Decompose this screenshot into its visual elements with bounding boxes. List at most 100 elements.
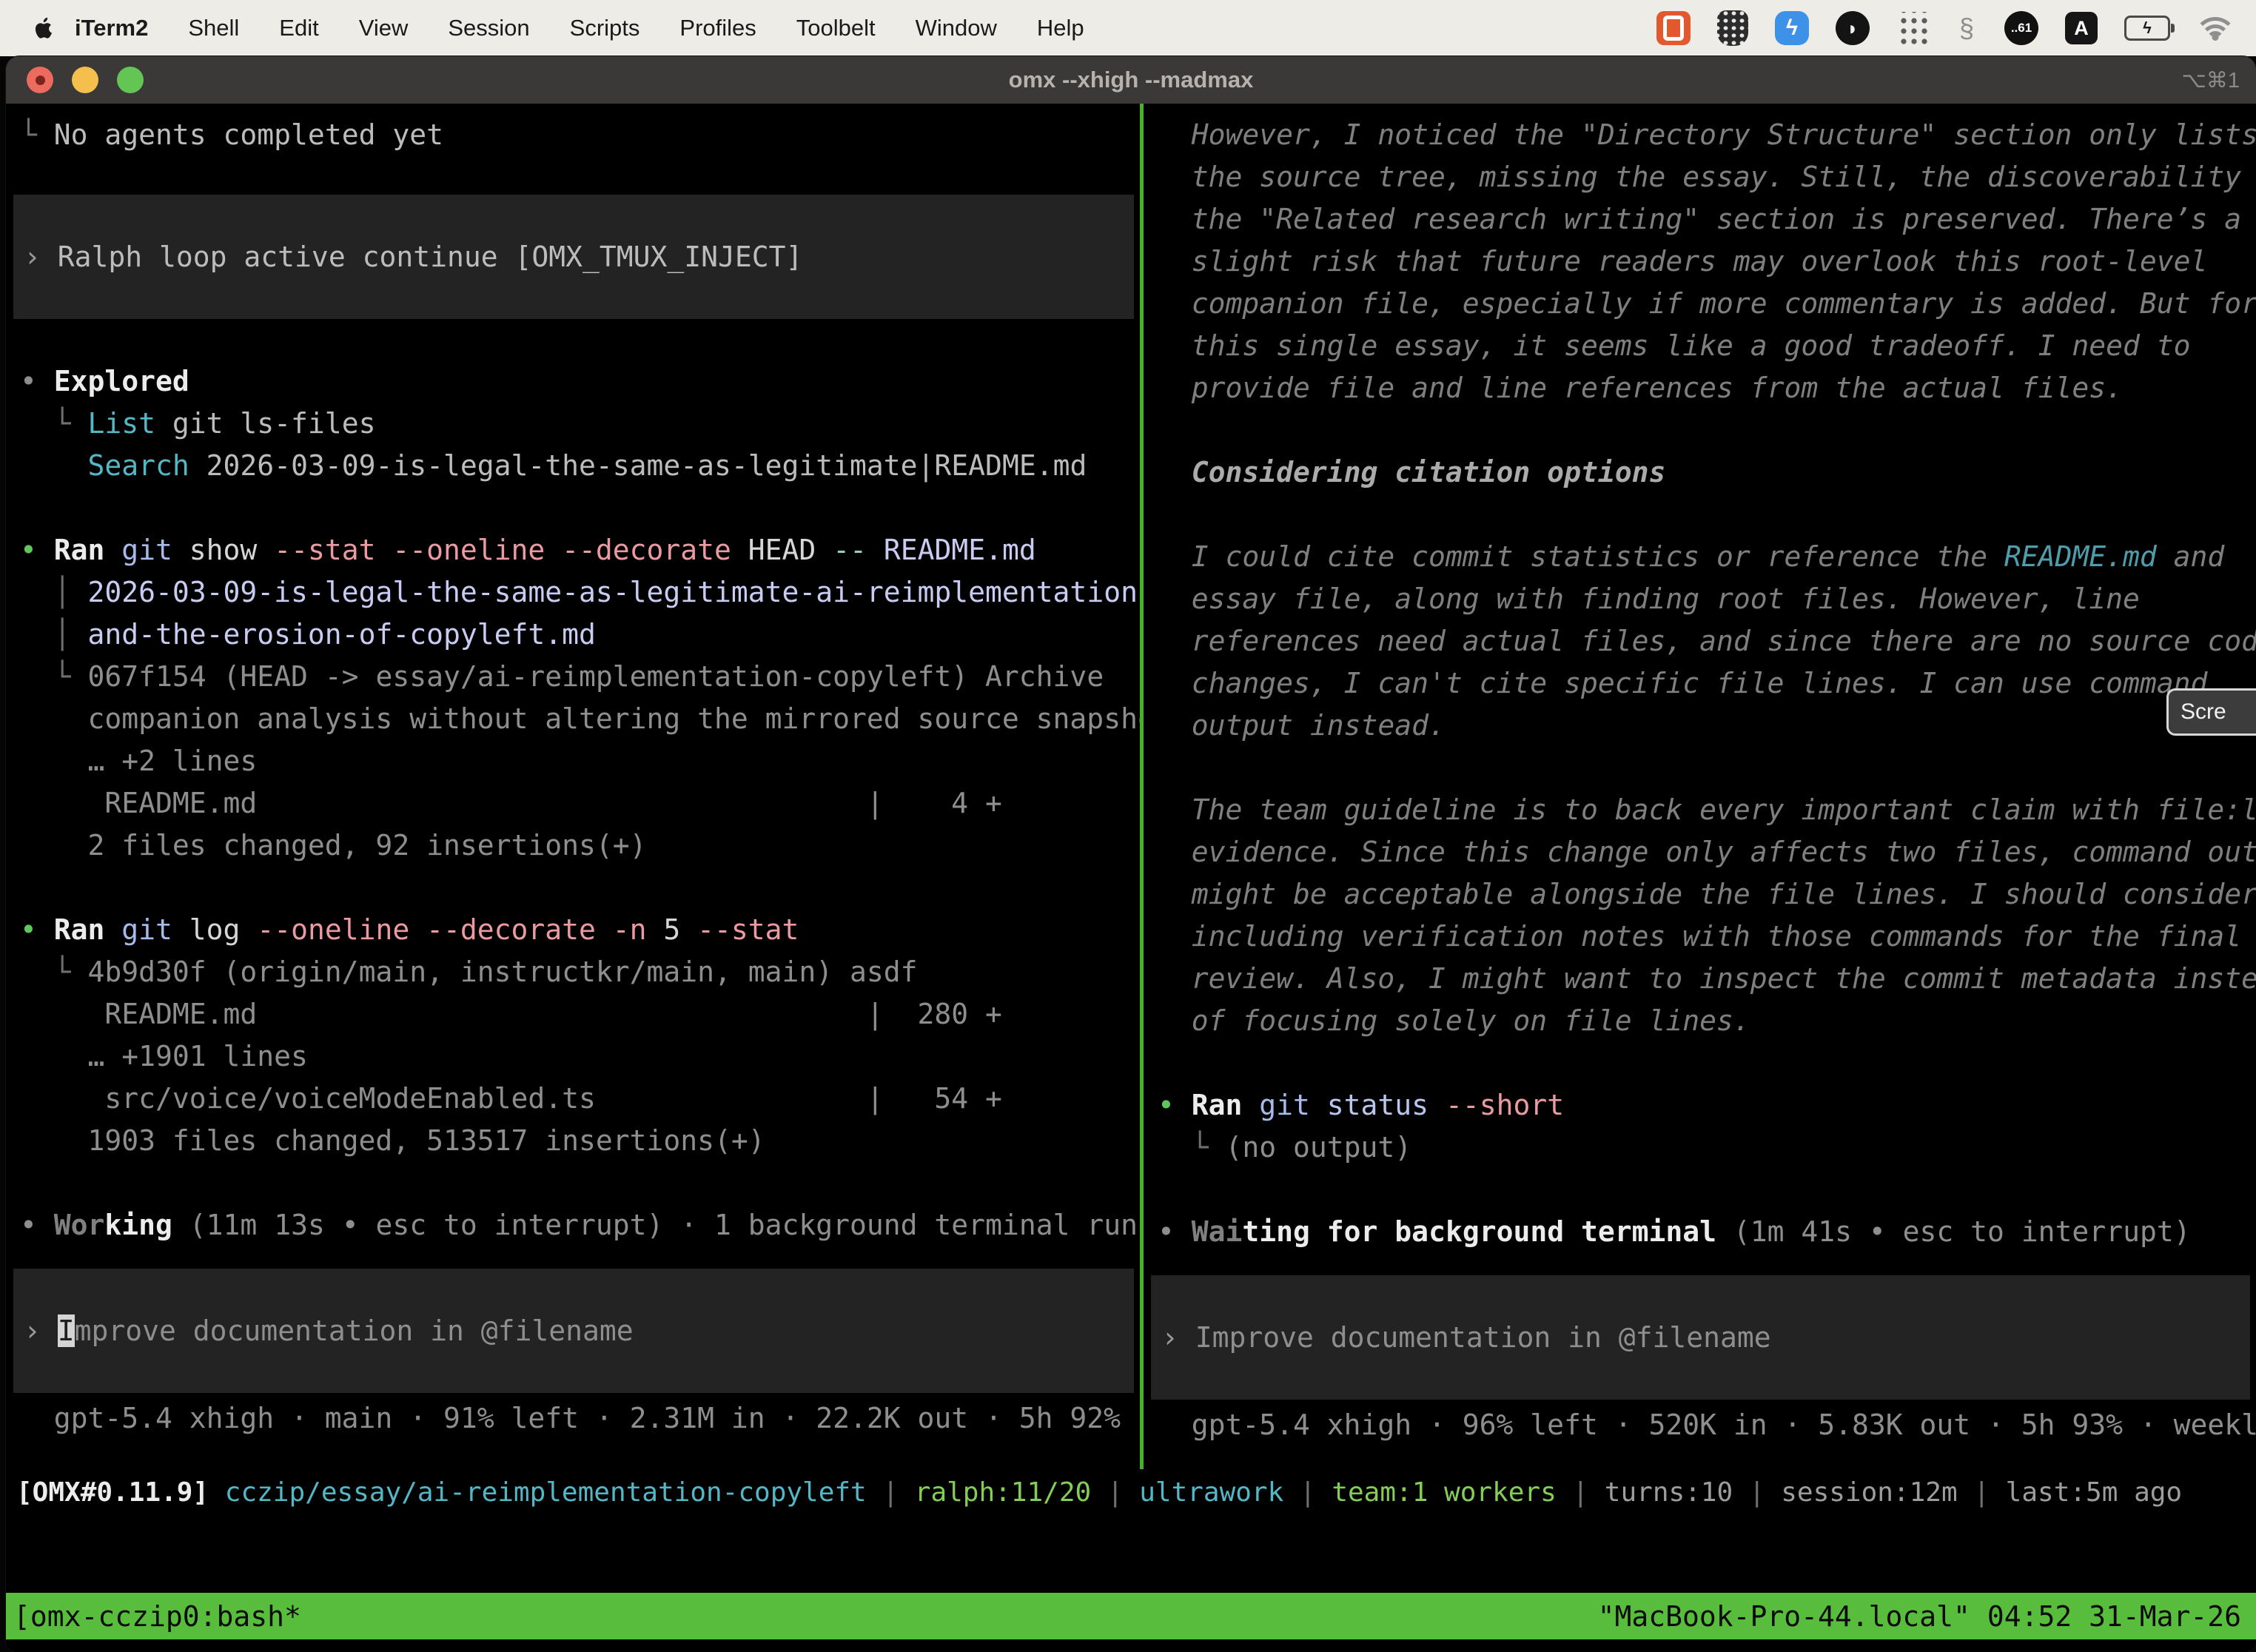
text-segment: │ (20, 576, 88, 608)
menu-item-edit[interactable]: Edit (259, 15, 338, 41)
text-segment: gpt-5.4 xhigh · main · 91% left · 2.31M … (54, 1402, 1140, 1434)
text-segment: --stat (697, 913, 799, 946)
text-segment: Wor (54, 1209, 105, 1241)
menu-item-scripts[interactable]: Scripts (550, 15, 660, 41)
text-segment: Ran (54, 534, 122, 566)
text-segment: king (104, 1209, 172, 1241)
text-segment: slight risk that future readers may over… (1192, 245, 2208, 278)
text-segment: evidence. Since this change only affects… (1192, 836, 2256, 868)
wifi-icon[interactable] (2197, 17, 2234, 39)
menu-item-profiles[interactable]: Profiles (659, 15, 776, 41)
window-titlebar[interactable]: omx --xhigh --madmax ⌥⌘1 (6, 56, 2256, 104)
prompt-input[interactable]: › Improve documentation in @filename (1151, 1275, 2250, 1400)
menu-item-iterm2[interactable]: iTerm2 (53, 15, 168, 41)
menu-item-window[interactable]: Window (896, 15, 1017, 41)
menu-item-toolbelt[interactable]: Toolbelt (776, 15, 896, 41)
text-segment: --short (1446, 1089, 1564, 1121)
minimize-button[interactable] (72, 67, 98, 93)
text-segment: I could cite commit statistics or refere… (1192, 540, 2004, 573)
badge-61-icon[interactable]: ..61 (2004, 11, 2038, 45)
text-segment: Ralph loop active continue [OMX_TMUX_INJ… (58, 241, 803, 273)
chat-app-icon[interactable] (1656, 11, 1691, 45)
text-segment: --stat (274, 534, 392, 566)
terminal-line: │ and-the-erosion-of-copyleft.md (20, 614, 1140, 656)
text-segment: ralph:11/20 (915, 1477, 1091, 1508)
menu-item-shell[interactable]: Shell (168, 15, 259, 41)
terminal-line: │ 2026-03-09-is-legal-the-same-as-legiti… (20, 571, 1140, 614)
text-segment: • (20, 534, 54, 566)
text-segment: including verification notes with those … (1192, 920, 2241, 953)
text-segment: 067f154 (HEAD -> essay/ai-reimplementati… (88, 660, 1104, 693)
text-segment: I (58, 1314, 75, 1347)
terminal-line: 2 files changed, 92 insertions(+) (20, 825, 1140, 867)
text-segment: 2026-03-09-is-legal-the-same-as-legitima… (189, 449, 1087, 482)
text-segment: | (1958, 1477, 2006, 1508)
apple-icon[interactable] (33, 16, 53, 40)
menu-item-session[interactable]: Session (428, 15, 549, 41)
ralph-loop-input[interactable]: › Ralph loop active continue [OMX_TMUX_I… (13, 195, 1134, 319)
text-segment: [OMX#0.11.9] (16, 1477, 209, 1508)
text-segment: README.md | 4 + (20, 787, 1002, 819)
terminal-line: README.md | 4 + (20, 782, 1140, 825)
text-segment: | (1733, 1477, 1781, 1508)
text-segment: session:12m (1781, 1477, 1957, 1508)
traffic-lights (27, 67, 144, 93)
menu-item-help[interactable]: Help (1017, 15, 1104, 41)
prompt-line: › Improve documentation in @filename (1161, 1317, 2250, 1359)
text-segment: of focusing solely on file lines. (1192, 1004, 1750, 1037)
text-segment: | (1091, 1477, 1139, 1508)
text-segment: 2 files changed, 92 insertions(+) (20, 829, 646, 862)
terminal-line: … +2 lines (20, 740, 1140, 782)
text-segment: gpt-5.4 xhigh · 96% left · 520K in · 5.8… (1192, 1408, 2256, 1441)
text-segment: • (20, 365, 54, 397)
keypad-shield-icon[interactable] (1717, 10, 1748, 46)
left-pane[interactable]: └ No agents completed yet› Ralph loop ac… (6, 104, 1140, 1469)
dots-grid-icon[interactable] (1896, 12, 1929, 44)
screen: iTerm2ShellEditViewSessionScriptsProfile… (0, 0, 2256, 1652)
tab-shortcut-badge: ⌥⌘1 (2181, 67, 2240, 93)
text-segment: --oneline (257, 913, 426, 946)
screen-edge-tooltip[interactable]: Scre (2166, 688, 2256, 736)
text-segment: 5 (663, 913, 697, 946)
text-segment: changes, I can't cite specific file line… (1192, 667, 2208, 699)
text-segment: Ran (1192, 1089, 1260, 1121)
zoom-button[interactable] (117, 67, 144, 93)
text-segment: │ (20, 618, 88, 651)
waiting-status-line: • Waiting for background terminal (1m 41… (1158, 1211, 2256, 1253)
text-segment: • (20, 913, 54, 946)
contrast-circle-icon[interactable] (1836, 11, 1870, 45)
text-segment: ting for background terminal (1242, 1215, 1716, 1248)
text-segment: › (1161, 1321, 1195, 1354)
text-segment: (11m 13s • esc to interrupt) · 1 backgro… (172, 1209, 1140, 1241)
terminal-content: └ No agents completed yet› Ralph loop ac… (6, 104, 2256, 1652)
text-segment: README.md | 280 + (20, 998, 1002, 1030)
terminal-line: references need actual files, and since … (1158, 620, 2256, 662)
text-segment: Wai (1192, 1215, 1243, 1248)
tmux-status-bar: [omx-cczip0:bash* "MacBook-Pro-44.local"… (6, 1593, 2256, 1639)
right-pane[interactable]: However, I noticed the "Directory Struct… (1144, 104, 2256, 1469)
terminal-line: companion file, especially if more comme… (1158, 283, 2256, 325)
battery-icon[interactable] (2124, 16, 2170, 41)
text-segment: └ (20, 407, 88, 440)
terminal-line: README.md | 280 + (20, 993, 1140, 1035)
prompt-input[interactable]: › Improve documentation in @filename (13, 1269, 1134, 1393)
input-source-icon[interactable]: A (2065, 12, 2098, 44)
squiggle-icon[interactable] (1955, 10, 1978, 46)
terminal-line: changes, I can't cite specific file line… (1158, 662, 2256, 705)
close-button[interactable] (27, 67, 53, 93)
tooltip-text: Scre (2181, 699, 2226, 725)
text-segment: and (2157, 540, 2225, 573)
text-segment: However, I noticed the "Directory Struct… (1192, 118, 2256, 151)
tmux-host-clock: "MacBook-Pro-44.local" 04:52 31-Mar-26 (1598, 1600, 2241, 1633)
menu-items: iTerm2ShellEditViewSessionScriptsProfile… (53, 15, 1104, 41)
text-segment: Improve documentation in @filename (1195, 1321, 1771, 1354)
text-segment: references need actual files, and since … (1192, 625, 2256, 657)
text-segment: this single essay, it seems like a good … (1192, 329, 2191, 362)
iterm2-window: omx --xhigh --madmax ⌥⌘1 └ No agents com… (6, 56, 2256, 1652)
text-segment: └ (20, 660, 88, 693)
omx-status-line: [OMX#0.11.9] cczip/essay/ai-reimplementa… (6, 1469, 2256, 1517)
thinking-heading: Considering citation options (1158, 451, 2256, 494)
terminal-line: The team guideline is to back every impo… (1158, 789, 2256, 831)
menu-item-view[interactable]: View (339, 15, 429, 41)
messenger-hexagon-icon[interactable] (1775, 11, 1809, 45)
